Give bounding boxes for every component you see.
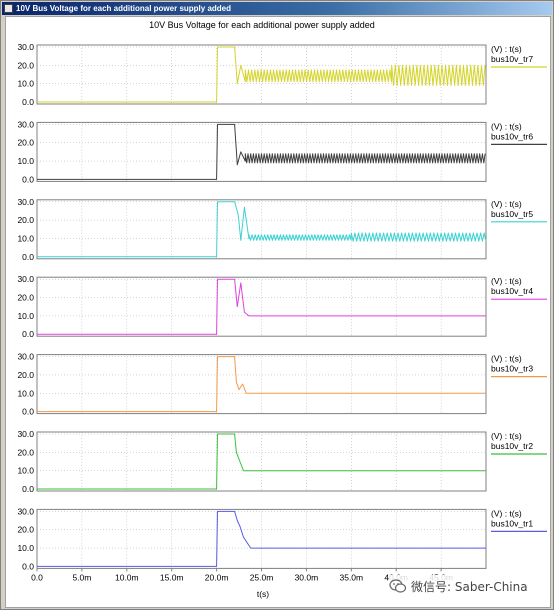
legend-name-bus10v_tr7[interactable]: bus10v_tr7: [491, 54, 533, 64]
x-tick-label: 0.0: [31, 572, 43, 582]
y-tick-label: 10.0: [17, 388, 34, 398]
panel-bus10v_tr7[interactable]: 0.0 10.0 20.0 30.0 (V) : t(s)bus10v_tr7: [17, 42, 547, 107]
y-tick-label: 20.0: [17, 60, 34, 70]
title-bar[interactable]: 10V Bus Voltage for each additional powe…: [2, 2, 552, 15]
panel-bus10v_tr5[interactable]: 0.0 10.0 20.0 30.0 (V) : t(s)bus10v_tr5: [17, 197, 547, 262]
x-tick-label: 5.0m: [72, 572, 91, 582]
y-tick-label: 0.0: [22, 484, 34, 494]
wechat-icon: [389, 579, 407, 593]
panel-bus10v_tr3[interactable]: 0.0 10.0 20.0 30.0 (V) : t(s)bus10v_tr3: [17, 352, 547, 417]
x-tick-label: 15.0m: [160, 572, 184, 582]
chart-title: 10V Bus Voltage for each additional powe…: [149, 20, 375, 30]
y-tick-label: 10.0: [17, 79, 34, 89]
plot-window: 10V Bus Voltage for each additional powe…: [0, 0, 554, 610]
legend-name-bus10v_tr3[interactable]: bus10v_tr3: [491, 364, 533, 374]
legend-unit-label: (V) : t(s): [491, 354, 522, 364]
watermark-text: 微信号: Saber-China: [411, 579, 528, 594]
y-tick-label: 10.0: [17, 156, 34, 166]
y-tick-label: 30.0: [17, 429, 34, 439]
stacked-line-chart: 10V Bus Voltage for each additional powe…: [17, 20, 547, 599]
panel-frame: [36, 431, 487, 492]
panel-frame: [36, 121, 487, 182]
panel-bus10v_tr4[interactable]: 0.0 10.0 20.0 30.0 (V) : t(s)bus10v_tr4: [17, 274, 547, 339]
y-tick-label: 0.0: [22, 329, 34, 339]
y-tick-label: 20.0: [17, 215, 34, 225]
y-tick-label: 10.0: [17, 466, 34, 476]
y-tick-label: 0.0: [22, 252, 34, 262]
legend-unit-label: (V) : t(s): [491, 431, 522, 441]
panel-bus10v_tr6[interactable]: 0.0 10.0 20.0 30.0 (V) : t(s)bus10v_tr6: [17, 119, 547, 184]
y-tick-label: 0.0: [22, 561, 34, 571]
chart-panels: 0.010.020.030.0 (V) : t(s)bus10v_tr70.010…: [17, 42, 547, 571]
y-tick-label: 0.0: [22, 407, 34, 417]
legend-unit-label: (V) : t(s): [491, 44, 522, 54]
legend-name-bus10v_tr5[interactable]: bus10v_tr5: [491, 209, 533, 219]
legend-unit-label: (V) : t(s): [491, 121, 522, 131]
y-tick-label: 20.0: [17, 138, 34, 148]
y-tick-label: 30.0: [17, 119, 34, 129]
y-tick-label: 0.0: [22, 97, 34, 107]
y-tick-label: 10.0: [17, 233, 34, 243]
y-tick-label: 0.0: [22, 174, 34, 184]
plot-area[interactable]: 10V Bus Voltage for each additional powe…: [5, 16, 551, 608]
legend-unit-label: (V) : t(s): [491, 276, 522, 286]
y-tick-label: 20.0: [17, 370, 34, 380]
y-tick-label: 20.0: [17, 293, 34, 303]
y-tick-label: 10.0: [17, 543, 34, 553]
panel-bus10v_tr2[interactable]: 0.0 10.0 20.0 30.0 (V) : t(s)bus10v_tr2: [17, 429, 547, 494]
panel-frame: [36, 354, 487, 415]
window-icon: [4, 4, 13, 13]
legend-name-bus10v_tr4[interactable]: bus10v_tr4: [491, 286, 533, 296]
y-tick-label: 30.0: [17, 42, 34, 52]
y-tick-label: 30.0: [17, 506, 34, 516]
legend-name-bus10v_tr2[interactable]: bus10v_tr2: [491, 441, 533, 451]
panel-bus10v_tr1[interactable]: 0.0 10.0 20.0 30.0 (V) : t(s)bus10v_tr1: [17, 506, 547, 571]
legend-name-bus10v_tr6[interactable]: bus10v_tr6: [491, 131, 533, 141]
window-title: 10V Bus Voltage for each additional powe…: [16, 4, 232, 13]
y-tick-label: 20.0: [17, 447, 34, 457]
legend-unit-label: (V) : t(s): [491, 508, 522, 518]
panel-frame: [36, 276, 487, 337]
panel-frame: [36, 508, 487, 569]
x-tick-label: 35.0m: [339, 572, 363, 582]
x-axis-label: t(s): [257, 589, 269, 599]
x-tick-label: 25.0m: [250, 572, 274, 582]
y-tick-label: 30.0: [17, 352, 34, 362]
x-tick-label: 30.0m: [295, 572, 319, 582]
y-tick-label: 30.0: [17, 197, 34, 207]
y-tick-label: 10.0: [17, 311, 34, 321]
legend-unit-label: (V) : t(s): [491, 199, 522, 209]
legend-name-bus10v_tr1[interactable]: bus10v_tr1: [491, 518, 533, 528]
y-tick-label: 30.0: [17, 274, 34, 284]
watermark: 微信号: Saber-China: [389, 575, 528, 597]
panel-frame: [36, 199, 487, 260]
x-tick-label: 20.0m: [205, 572, 229, 582]
y-tick-label: 20.0: [17, 525, 34, 535]
x-tick-label: 10.0m: [115, 572, 139, 582]
